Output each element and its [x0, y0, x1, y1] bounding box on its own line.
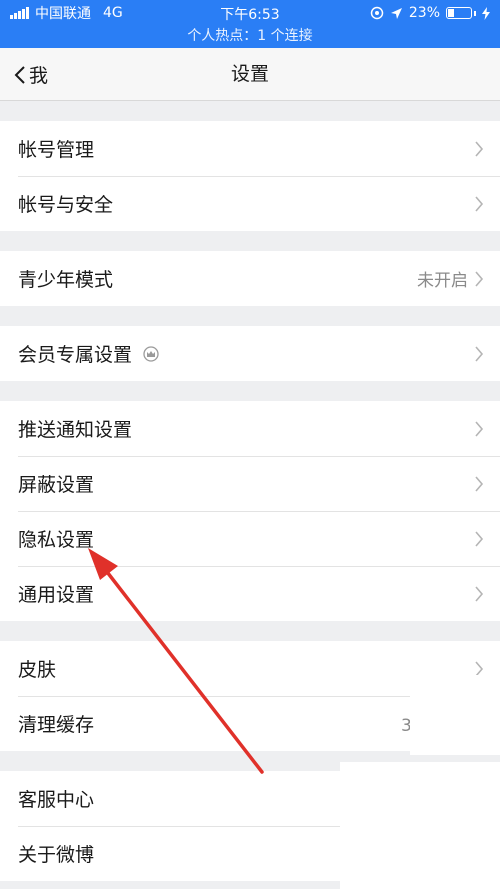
- row-label: 隐私设置: [18, 529, 95, 551]
- signal-icon: [10, 7, 29, 19]
- vip-settings-row[interactable]: 会员专属设置: [0, 326, 500, 381]
- chevron-right-icon: [475, 345, 484, 362]
- chevron-right-icon: [475, 585, 484, 602]
- chevron-right-icon: [475, 195, 484, 212]
- youth-mode-status: 未开启: [417, 271, 468, 291]
- chevron-right-icon: [475, 420, 484, 437]
- charging-icon: [482, 6, 490, 20]
- row-label: 关于微博: [18, 844, 95, 866]
- row-label: 推送通知设置: [18, 419, 133, 441]
- account-security-row[interactable]: 帐号与安全: [0, 176, 500, 231]
- image-overlay-patch: [340, 762, 500, 889]
- settings-group-account: 帐号管理 帐号与安全: [0, 121, 500, 231]
- battery-icon: [446, 7, 472, 19]
- privacy-settings-row[interactable]: 隐私设置: [0, 511, 500, 566]
- nav-bar: 我 设置: [0, 48, 500, 101]
- chevron-left-icon: [14, 65, 25, 84]
- chevron-right-icon: [475, 140, 484, 157]
- row-label: 屏蔽设置: [18, 474, 95, 496]
- row-label: 通用设置: [18, 584, 95, 606]
- row-label: 皮肤: [18, 659, 57, 681]
- settings-group-general: 推送通知设置 屏蔽设置 隐私设置 通用设置: [0, 401, 500, 621]
- back-button[interactable]: 我: [14, 48, 48, 101]
- chevron-right-icon: [475, 270, 484, 287]
- location-icon: [390, 7, 402, 19]
- row-label: 帐号管理: [18, 139, 95, 161]
- chevron-right-icon: [475, 475, 484, 492]
- carrier-label: 中国联通: [35, 6, 91, 22]
- status-bar: 中国联通 4G 23% 下午6:53 个人热点：1 个连接: [0, 0, 500, 48]
- battery-percent: 23%: [408, 5, 440, 21]
- general-settings-row[interactable]: 通用设置: [0, 566, 500, 621]
- row-label: 客服中心: [18, 789, 95, 811]
- screen-lock-icon: [370, 6, 384, 20]
- row-label: 青少年模式: [18, 269, 114, 291]
- network-label: 4G: [103, 5, 123, 21]
- row-label: 会员专属设置: [18, 344, 133, 366]
- page-title: 设置: [230, 63, 269, 85]
- account-management-row[interactable]: 帐号管理: [0, 121, 500, 176]
- settings-group-youth: 青少年模式 未开启: [0, 251, 500, 306]
- settings-group-vip: 会员专属设置: [0, 326, 500, 381]
- block-settings-row[interactable]: 屏蔽设置: [0, 456, 500, 511]
- crown-icon: [143, 345, 159, 362]
- row-label: 清理缓存: [18, 714, 95, 736]
- youth-mode-row[interactable]: 青少年模式 未开启: [0, 251, 500, 306]
- chevron-right-icon: [475, 530, 484, 547]
- push-notification-row[interactable]: 推送通知设置: [0, 401, 500, 456]
- image-overlay-patch: [410, 675, 500, 755]
- back-label: 我: [29, 65, 49, 87]
- row-label: 帐号与安全: [18, 194, 114, 216]
- hotspot-banner[interactable]: 个人热点：1 个连接: [0, 26, 500, 48]
